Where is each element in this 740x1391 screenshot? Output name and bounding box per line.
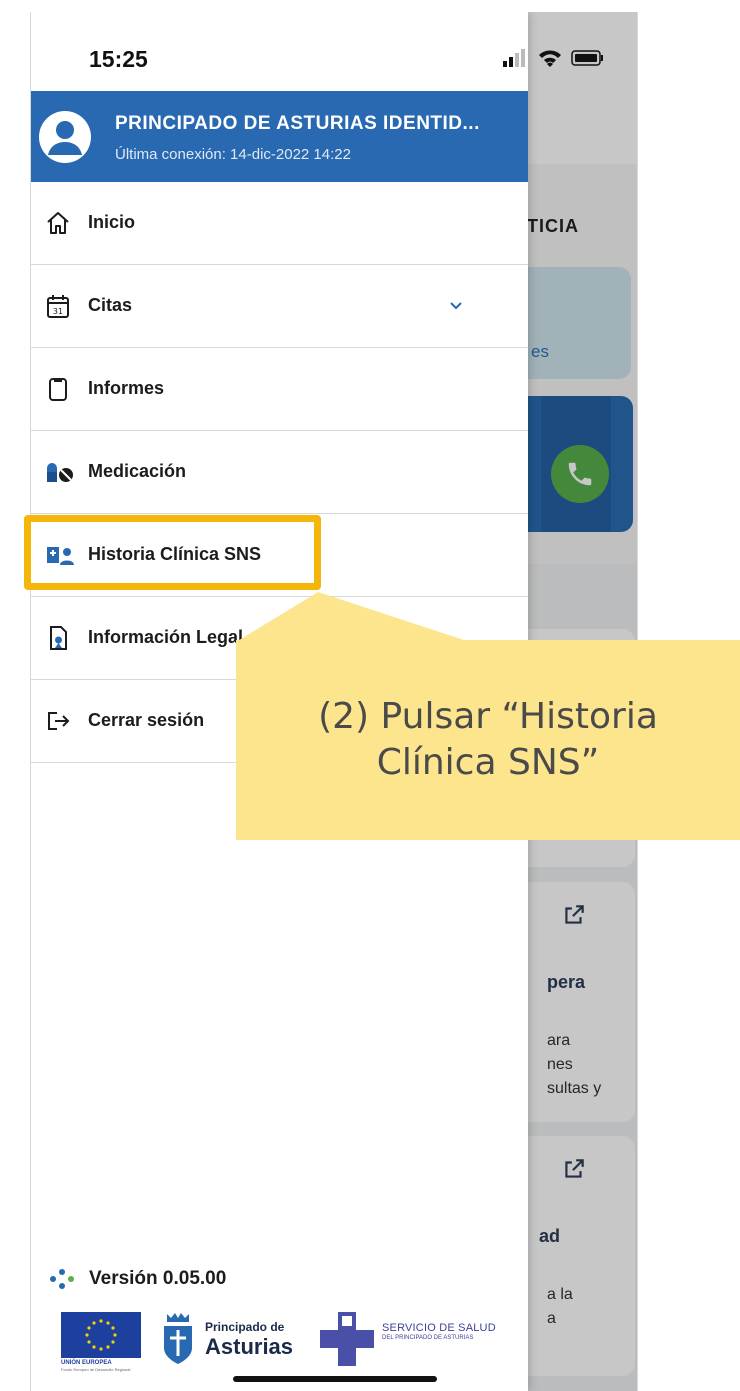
asturias-shield-logo <box>164 1313 192 1364</box>
eu-sublabel: Fondo Europeo de Desarrollo Regional <box>61 1367 131 1372</box>
menu-item-label: Citas <box>88 295 133 315</box>
eu-flag-logo <box>61 1312 141 1358</box>
wifi-icon <box>539 50 561 67</box>
version-label: Versión 0.05.00 <box>89 1268 227 1289</box>
menu-item-label: Información Legal <box>88 627 244 647</box>
signal-icon <box>503 49 525 67</box>
status-bar: 15:25 <box>31 12 528 92</box>
status-icons <box>501 48 605 68</box>
highlight-box <box>24 515 321 590</box>
home-icon <box>47 212 69 234</box>
menu-item-label: Informes <box>88 378 165 398</box>
instruction-text: (2) Pulsar “Historia Clínica SNS” <box>318 696 658 783</box>
sponsor-logos: UNIÓN EUROPEA Fondo Europeo de Desarroll… <box>61 1310 531 1375</box>
calendar-icon: 31 <box>47 295 69 318</box>
user-icon <box>48 121 82 155</box>
menu-item-medicacion[interactable]: Medicación <box>31 431 528 514</box>
menu-item-inicio[interactable]: Inicio <box>31 182 528 265</box>
sespa-logo-text: SERVICIO DE SALUD <box>382 1322 496 1334</box>
menu-item-informes[interactable]: Informes <box>31 348 528 431</box>
avatar <box>39 111 91 163</box>
app-version: Versión 0.05.00 <box>49 1268 226 1290</box>
status-time: 15:25 <box>89 46 148 72</box>
menu-item-label: Inicio <box>88 212 136 232</box>
svg-text:31: 31 <box>53 307 63 316</box>
home-indicator[interactable] <box>233 1376 437 1382</box>
eu-label: UNIÓN EUROPEA <box>61 1360 112 1366</box>
sespa-cross-logo <box>320 1312 374 1366</box>
sespa-logo-subtext: DEL PRINCIPADO DE ASTURIAS <box>382 1335 474 1341</box>
pills-icon <box>47 463 73 482</box>
chevron-down-icon[interactable] <box>449 301 463 311</box>
menu-item-citas[interactable]: 31 Citas <box>31 265 528 348</box>
clipboard-icon <box>49 378 67 401</box>
legal-document-icon <box>50 626 67 650</box>
profile-name: PRINCIPADO DE ASTURIAS IDENTID... <box>115 113 480 134</box>
battery-icon <box>571 50 603 66</box>
app-logo-icon <box>50 1269 74 1289</box>
profile-header[interactable]: PRINCIPADO DE ASTURIAS IDENTID... Última… <box>31 91 528 182</box>
asturias-logo-text: Asturias <box>205 1334 294 1359</box>
last-connection: Última conexión: 14-dic-2022 14:22 <box>115 146 351 163</box>
logout-icon <box>48 712 70 730</box>
menu-item-label: Cerrar sesión <box>88 710 205 730</box>
asturias-logo-small-text: Principado de <box>205 1320 285 1334</box>
menu-item-label: Medicación <box>88 461 187 481</box>
instruction-callout: (2) Pulsar “Historia Clínica SNS” <box>236 640 740 840</box>
